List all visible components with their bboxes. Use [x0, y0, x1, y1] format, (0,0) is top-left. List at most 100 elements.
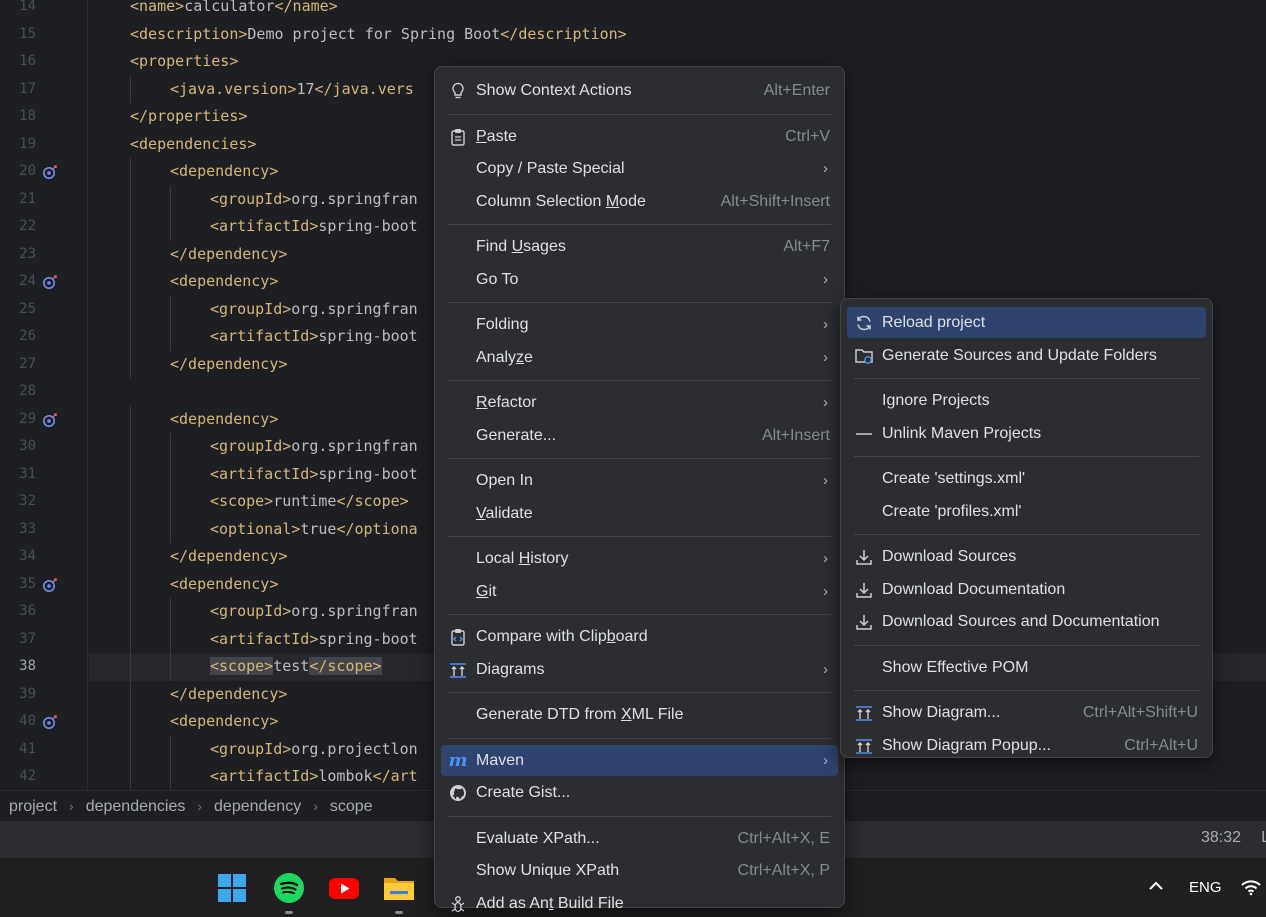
- spring-bean-gutter-icon[interactable]: [42, 274, 58, 290]
- breadcrumb-item[interactable]: dependency: [214, 792, 301, 822]
- xml-tag: </scope>: [336, 492, 409, 510]
- line-number-gutter[interactable]: 14 15 16 17 18 19 20 21 22 23 24 25 26 27 28 29 30 31 32 33…: [0, 0, 88, 790]
- menu-item-show-context-actions[interactable]: Show Context Actions Alt+Enter: [441, 75, 838, 106]
- menu-separator: [448, 224, 831, 225]
- menu-separator: [854, 534, 1199, 535]
- menu-item-validate[interactable]: Validate: [441, 498, 838, 529]
- spring-bean-gutter-icon[interactable]: [42, 714, 58, 730]
- gutter-line[interactable]: 29: [0, 406, 88, 434]
- menu-item-create-profiles-xml[interactable]: Create 'profiles.xml': [847, 496, 1206, 527]
- gutter-line[interactable]: 23: [0, 241, 88, 269]
- taskbar-spotify[interactable]: [272, 871, 306, 914]
- menu-item-copy-paste-special[interactable]: Copy / Paste Special ›: [441, 153, 838, 184]
- menu-item-reload-project[interactable]: Reload project: [847, 307, 1206, 338]
- menu-item-download-sources[interactable]: Download Sources: [847, 541, 1206, 572]
- menu-item-column-selection-mode[interactable]: Column Selection Mode Alt+Shift+Insert: [441, 186, 838, 217]
- menu-item-show-effective-pom[interactable]: Show Effective POM: [847, 652, 1206, 683]
- submenu-arrow-icon: ›: [823, 472, 828, 489]
- gutter-line[interactable]: 21: [0, 186, 88, 214]
- submenu-arrow-icon: ›: [823, 348, 828, 366]
- show-hidden-icons-icon[interactable]: [1146, 876, 1166, 896]
- menu-item-git[interactable]: Git ›: [441, 576, 838, 607]
- gutter-line[interactable]: 42: [0, 763, 88, 790]
- breadcrumb-item[interactable]: dependencies: [86, 792, 186, 822]
- menu-item-show-unique-xpath[interactable]: Show Unique XPath Ctrl+Alt+X, P: [441, 855, 838, 886]
- spring-bean-gutter-icon[interactable]: [42, 412, 58, 428]
- menu-item-generate[interactable]: Generate... Alt+Insert: [441, 420, 838, 451]
- menu-item-create-settings-xml[interactable]: Create 'settings.xml': [847, 463, 1206, 494]
- menu-separator: [448, 302, 831, 303]
- gutter-line[interactable]: 38: [0, 653, 88, 681]
- menu-item-unlink-maven-projects[interactable]: Unlink Maven Projects: [847, 418, 1206, 449]
- gutter-line[interactable]: 20: [0, 158, 88, 186]
- gutter-line[interactable]: 24: [0, 268, 88, 296]
- gutter-line[interactable]: 18: [0, 103, 88, 131]
- menu-item-compare-with-clipboard[interactable]: Compare with Clipboard: [441, 621, 838, 652]
- gutter-line[interactable]: 34: [0, 543, 88, 571]
- breadcrumb-item[interactable]: scope: [330, 792, 373, 822]
- gutter-line[interactable]: 15: [0, 21, 88, 49]
- menu-item-create-gist[interactable]: Create Gist...: [441, 777, 838, 808]
- line-number: 38: [19, 658, 36, 674]
- menu-item-ignore-projects[interactable]: Ignore Projects: [847, 385, 1206, 416]
- gutter-line[interactable]: 14: [0, 0, 88, 21]
- menu-item-generate-dtd-from-xml-file[interactable]: Generate DTD from XML File: [441, 699, 838, 730]
- menu-item-download-sources-and-documentation[interactable]: Download Sources and Documentation: [847, 606, 1206, 637]
- spring-bean-gutter-icon[interactable]: [42, 577, 58, 593]
- gutter-line[interactable]: 19: [0, 131, 88, 159]
- input-language-indicator[interactable]: ENG: [1189, 879, 1222, 896]
- menu-item-generate-sources-and-update-folders[interactable]: Generate Sources and Update Folders: [847, 340, 1206, 371]
- menu-item-download-documentation[interactable]: Download Documentation: [847, 574, 1206, 605]
- menu-item-evaluate-xpath[interactable]: Evaluate XPath... Ctrl+Alt+X, E: [441, 823, 838, 854]
- taskbar-youtube[interactable]: [327, 871, 361, 905]
- caret-position[interactable]: 38:32: [1201, 829, 1241, 847]
- gutter-line[interactable]: 36: [0, 598, 88, 626]
- menu-item-folding[interactable]: Folding ›: [441, 309, 838, 340]
- menu-item-maven[interactable]: m Maven ›: [441, 744, 838, 776]
- menu-item-show-diagram-popup[interactable]: Show Diagram Popup... Ctrl+Alt+U: [847, 730, 1206, 761]
- menu-item-label: Paste: [476, 127, 517, 145]
- code-line[interactable]: <description>Demo project for Spring Boo…: [89, 21, 1266, 49]
- gutter-line[interactable]: 25: [0, 296, 88, 324]
- gutter-line[interactable]: 22: [0, 213, 88, 241]
- indent-guide: [130, 213, 131, 241]
- indent-guide: [170, 598, 171, 626]
- gutter-line[interactable]: 16: [0, 48, 88, 76]
- spring-bean-gutter-icon[interactable]: [42, 164, 58, 180]
- menu-item-open-in[interactable]: Open In ›: [441, 465, 838, 496]
- breadcrumb-item[interactable]: project: [9, 792, 57, 822]
- menu-item-show-diagram[interactable]: Show Diagram... Ctrl+Alt+Shift+U: [847, 697, 1206, 728]
- menu-item-analyze[interactable]: Analyze ›: [441, 342, 838, 373]
- gutter-line[interactable]: 35: [0, 571, 88, 599]
- gutter-line[interactable]: 28: [0, 378, 88, 406]
- status-line-separator[interactable]: L: [1261, 829, 1266, 847]
- gutter-line[interactable]: 27: [0, 351, 88, 379]
- menu-item-refactor[interactable]: Refactor ›: [441, 387, 838, 418]
- gutter-line[interactable]: 39: [0, 681, 88, 709]
- gutter-line[interactable]: 33: [0, 516, 88, 544]
- xml-text: org.springfran: [291, 189, 418, 208]
- gutter-line[interactable]: 26: [0, 323, 88, 351]
- taskbar-file-explorer[interactable]: [382, 871, 416, 914]
- gutter-line[interactable]: 17: [0, 76, 88, 104]
- code-text: <dependency>: [170, 571, 278, 599]
- menu-item-go-to[interactable]: Go To ›: [441, 264, 838, 295]
- gutter-line[interactable]: 37: [0, 626, 88, 654]
- ant-icon: [449, 895, 467, 913]
- indent-guide: [130, 240, 131, 268]
- wifi-icon[interactable]: [1240, 878, 1262, 896]
- menu-item-local-history[interactable]: Local History ›: [441, 543, 838, 574]
- gutter-line[interactable]: 41: [0, 736, 88, 764]
- menu-item-add-as-ant-build-file[interactable]: Add as Ant Build File: [441, 888, 838, 917]
- line-number: 35: [19, 575, 36, 592]
- menu-item-paste[interactable]: Paste Ctrl+V: [441, 121, 838, 152]
- gutter-line[interactable]: 32: [0, 488, 88, 516]
- menu-item-diagrams[interactable]: Diagrams ›: [441, 654, 838, 685]
- start-button[interactable]: [215, 871, 249, 905]
- gutter-line[interactable]: 31: [0, 461, 88, 489]
- indent-guide: [170, 295, 171, 323]
- gutter-line[interactable]: 40: [0, 708, 88, 736]
- code-line[interactable]: <name>calculator</name>: [89, 0, 1266, 21]
- menu-item-find-usages[interactable]: Find Usages Alt+F7: [441, 231, 838, 262]
- gutter-line[interactable]: 30: [0, 433, 88, 461]
